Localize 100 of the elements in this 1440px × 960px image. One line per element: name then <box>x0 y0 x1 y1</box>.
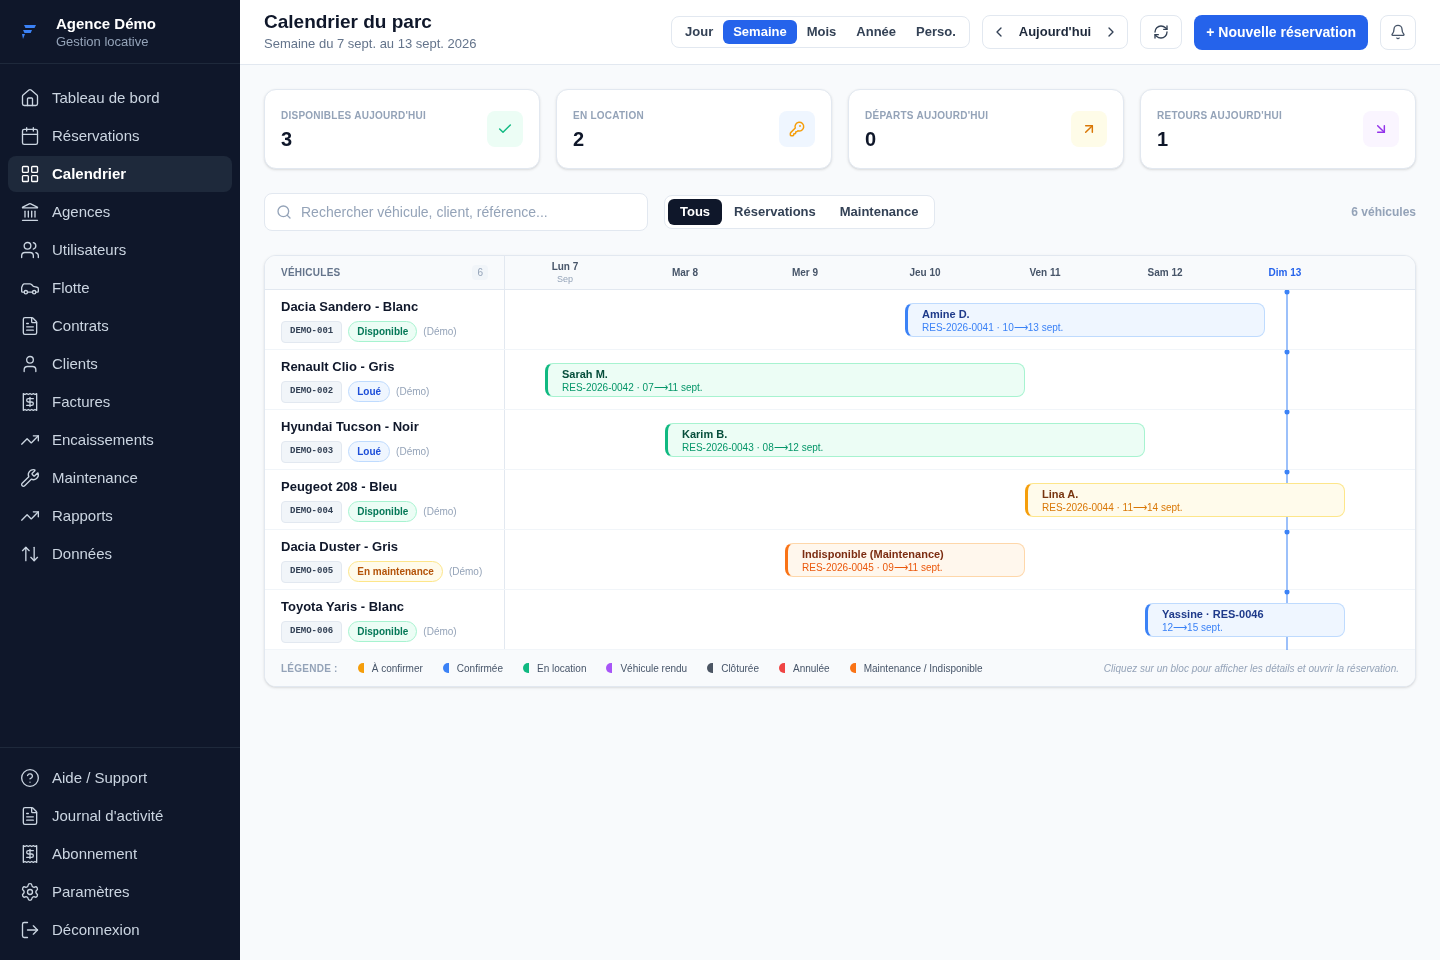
legend-text: À confirmer <box>371 661 423 676</box>
booking-detail: RES-2026-0045 · 09⟶11 sept. <box>802 560 944 574</box>
sidebar-item[interactable]: Réservations <box>8 118 232 154</box>
day-label: Lun 7 <box>551 260 579 273</box>
booking-detail: RES-2026-0043 · 08⟶12 sept. <box>682 440 825 454</box>
day-label: Mar 8 <box>671 266 699 279</box>
demo-note: (Démo) <box>448 565 483 580</box>
booking-block[interactable]: Lina A. RES-2026-0044 · 11⟶14 sept. <box>1025 483 1345 517</box>
calendar-icon <box>20 126 40 146</box>
page-title: Calendrier du parc <box>264 10 433 35</box>
filter-tab[interactable]: Tous <box>668 199 723 225</box>
new-reservation-button[interactable]: + Nouvelle réservation <box>1194 14 1368 50</box>
today-button[interactable]: Aujourd'hui <box>1018 22 1092 42</box>
brand-name: Agence Démo <box>56 13 157 34</box>
sidebar-item[interactable]: Tableau de bord <box>8 80 232 116</box>
vehicle-name: Dacia Sandero - Blanc <box>281 297 420 316</box>
view-tab[interactable]: Semaine <box>723 20 797 44</box>
legend-text: Confirmée <box>456 661 503 676</box>
status-tag: Disponible <box>348 501 418 523</box>
sidebar-item[interactable]: Calendrier <box>8 156 232 192</box>
sidebar-item[interactable]: Flotte <box>8 270 232 306</box>
day-label: Mer 9 <box>791 266 819 279</box>
sidebar-item[interactable]: Maintenance <box>8 460 232 496</box>
booking-title: Amine D. <box>922 306 971 321</box>
day-label: Dim 13 <box>1268 266 1302 279</box>
status-tag: Loué <box>348 381 391 403</box>
status-tag: Loué <box>348 441 391 463</box>
refresh-icon <box>1153 24 1170 40</box>
search-field[interactable]: Rechercher véhicule, client, référence... <box>264 193 648 231</box>
booking-block[interactable]: Amine D. RES-2026-0041 · 10⟶13 sept. <box>905 303 1265 337</box>
view-tab[interactable]: Perso. <box>906 20 966 44</box>
building-icon <box>20 202 40 222</box>
arrow-down-right-icon <box>1363 111 1399 147</box>
document-icon <box>20 316 40 336</box>
vehicle-name: Peugeot 208 - Bleu <box>281 477 399 496</box>
document-icon <box>20 806 40 826</box>
booking-block[interactable]: Karim B. RES-2026-0043 · 08⟶12 sept. <box>665 423 1145 457</box>
sidebar-item[interactable]: Rapports <box>8 498 232 534</box>
legend-text: Annulée <box>793 661 830 676</box>
legend-hint: Cliquez sur un bloc pour afficher les détails et ouvrir la réservation. <box>1103 661 1399 676</box>
booking-title: Karim B. <box>682 426 729 441</box>
sidebar-item[interactable]: Journal d'activité <box>8 798 232 834</box>
help-icon <box>20 768 40 788</box>
page-subtitle: Semaine du 7 sept. au 13 sept. 2026 <box>264 35 478 54</box>
sidebar-item[interactable]: Agences <box>8 194 232 230</box>
booking-block[interactable]: Yassine · RES-0046 12⟶15 sept. <box>1145 603 1345 637</box>
filter-tab[interactable]: Maintenance <box>827 199 931 225</box>
refresh-button[interactable] <box>1140 15 1183 49</box>
stat-label: EN LOCATION <box>573 108 644 123</box>
sidebar-item[interactable]: Encaissements <box>8 422 232 458</box>
settings-icon <box>20 882 40 902</box>
booking-title: Indisponible (Maintenance) <box>802 546 945 561</box>
receipt-icon <box>20 392 40 412</box>
vehicle-name: Renault Clio - Gris <box>281 357 396 376</box>
demo-note: (Démo) <box>423 625 457 640</box>
notifications-button[interactable] <box>1380 14 1416 50</box>
legend-text: Clôturée <box>721 661 759 676</box>
stat-label: DISPONIBLES AUJOURD'HUI <box>281 108 426 123</box>
sidebar-item[interactable]: Contrats <box>8 308 232 344</box>
booking-detail: RES-2026-0041 · 10⟶13 sept. <box>922 320 1065 334</box>
wrench-icon <box>20 468 40 488</box>
home-icon <box>20 88 40 108</box>
sort-icon <box>20 544 40 564</box>
sidebar-item[interactable]: Abonnement <box>8 836 232 872</box>
plate-tag: DEMO-005 <box>281 561 343 583</box>
filter-tab[interactable]: Réservations <box>722 199 828 225</box>
stat-value: 1 <box>1157 126 1170 151</box>
sidebar-item[interactable]: Aide / Support <box>8 760 232 796</box>
arrow-up-right-icon <box>1071 111 1107 147</box>
sidebar-item[interactable]: Clients <box>8 346 232 382</box>
sidebar-item[interactable]: Paramètres <box>8 874 232 910</box>
booking-block[interactable]: Sarah M. RES-2026-0042 · 07⟶11 sept. <box>545 363 1025 397</box>
legend-label: LÉGENDE : <box>281 661 338 676</box>
key-icon <box>779 111 815 147</box>
sidebar-item[interactable]: Déconnexion <box>8 912 232 948</box>
stat-label: RETOURS AUJOURD'HUI <box>1157 108 1282 123</box>
demo-note: (Démo) <box>423 505 457 520</box>
booking-detail: RES-2026-0044 · 11⟶14 sept. <box>1042 500 1184 514</box>
day-label: Ven 11 <box>1029 266 1061 279</box>
stat-value: 0 <box>865 126 878 151</box>
sidebar-item[interactable]: Utilisateurs <box>8 232 232 268</box>
plate-tag: DEMO-006 <box>281 621 343 643</box>
view-tab[interactable]: Mois <box>796 20 847 44</box>
grid-icon <box>20 164 40 184</box>
view-tab[interactable]: Année <box>846 20 907 44</box>
legend-text: En location <box>536 661 587 676</box>
sidebar-item[interactable]: Factures <box>8 384 232 420</box>
booking-block[interactable]: Indisponible (Maintenance) RES-2026-0045 · 09⟶11 sept. <box>785 543 1025 577</box>
sidebar-item[interactable]: Données <box>8 536 232 572</box>
booking-detail: 12⟶15 sept. <box>1162 620 1224 634</box>
booking-detail: RES-2026-0042 · 07⟶11 sept. <box>562 380 704 394</box>
view-tab[interactable]: Jour <box>675 20 724 44</box>
day-label: Sam 12 <box>1147 266 1183 279</box>
status-tag: Disponible <box>348 621 418 643</box>
vehicle-count-badge: 6 <box>472 265 488 280</box>
status-tag: Disponible <box>348 321 418 343</box>
demo-note: (Démo) <box>423 325 457 340</box>
receipt-icon <box>20 844 40 864</box>
logo-icon <box>20 24 36 39</box>
search-icon <box>276 204 292 220</box>
